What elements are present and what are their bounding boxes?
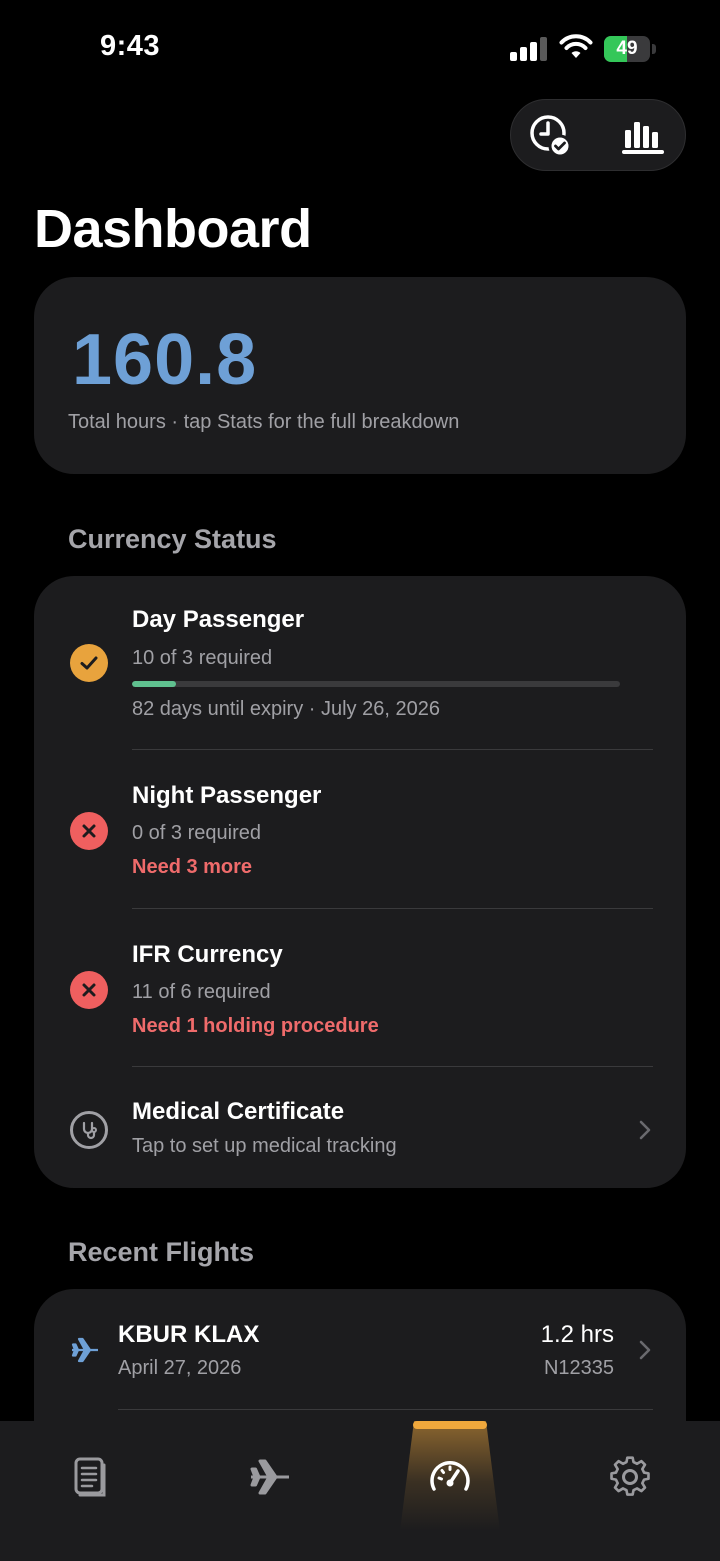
currency-check-button[interactable] (527, 112, 575, 160)
currency-warning: Need 3 more (132, 856, 253, 878)
currency-warning: Need 1 holding procedure (132, 1015, 379, 1037)
stethoscope-icon (70, 1111, 108, 1149)
bar-chart-icon (622, 122, 664, 154)
tab-dashboard[interactable] (420, 1451, 480, 1503)
chevron-right-icon (639, 1120, 651, 1140)
chevron-right-icon (639, 1340, 651, 1360)
currency-card: Day Passenger 10 of 3 required 82 days u… (34, 576, 686, 1188)
currency-title: Medical Certificate (132, 1098, 345, 1125)
active-tab-indicator (413, 1421, 487, 1429)
tab-settings[interactable] (600, 1451, 660, 1503)
currency-requirement: 10 of 3 required (132, 647, 273, 669)
speedometer-icon (430, 1461, 470, 1491)
clock-check-icon (530, 115, 572, 158)
stats-button[interactable] (619, 112, 667, 160)
dashboard-screen: 9:43 49 Dashboard 160.8 Total hours · ta… (0, 0, 720, 1561)
currency-section-title: Currency Status (68, 524, 277, 554)
currency-progress-bar (132, 681, 620, 687)
currency-row-ifr[interactable]: IFR Currency 11 of 6 required Need 1 hol… (34, 909, 686, 1067)
total-hours-caption: Total hours · tap Stats for the full bre… (68, 411, 460, 433)
status-time: 9:43 (100, 30, 161, 62)
flight-hours: 1.2 hrs (540, 1321, 614, 1348)
airplane-icon (71, 1337, 98, 1363)
tab-bar (0, 1421, 720, 1561)
divider (118, 1409, 653, 1410)
currency-expiry: 82 days until expiry · July 26, 2026 (132, 698, 440, 720)
battery-indicator: 49 (604, 36, 656, 62)
currency-row-day-passenger[interactable]: Day Passenger 10 of 3 required 82 days u… (34, 576, 686, 750)
x-mark-icon (70, 812, 108, 850)
currency-row-night-passenger[interactable]: Night Passenger 0 of 3 required Need 3 m… (34, 750, 686, 908)
currency-requirement: 0 of 3 required (132, 822, 261, 844)
currency-progress-fill (132, 681, 176, 687)
x-mark-icon (70, 971, 108, 1009)
logbook-icon (74, 1457, 106, 1497)
currency-row-medical[interactable]: Medical Certificate Tap to set up medica… (34, 1067, 686, 1188)
flight-date: April 27, 2026 (118, 1357, 242, 1379)
currency-setup-hint: Tap to set up medical tracking (132, 1135, 397, 1157)
recent-flights-section-title: Recent Flights (68, 1237, 255, 1267)
currency-title: IFR Currency (132, 941, 283, 968)
tab-flights[interactable] (240, 1451, 300, 1503)
battery-level: 49 (616, 38, 638, 59)
wifi-icon (559, 34, 593, 58)
tab-logbook[interactable] (60, 1451, 120, 1503)
total-hours-card[interactable]: 160.8 Total hours · tap Stats for the fu… (34, 277, 686, 474)
flight-tail-number: N12335 (543, 1357, 614, 1379)
currency-title: Day Passenger (132, 606, 305, 633)
airplane-icon (250, 1459, 289, 1495)
gear-icon (610, 1456, 650, 1496)
currency-title: Night Passenger (132, 782, 322, 809)
total-hours-value: 160.8 (72, 320, 258, 400)
top-action-pill (510, 99, 686, 171)
flight-route: KBUR KLAX (118, 1321, 260, 1348)
flight-row[interactable]: KBUR KLAX April 27, 2026 1.2 hrs N12335 (34, 1289, 686, 1409)
cellular-signal-icon (510, 37, 548, 61)
page-title: Dashboard (34, 199, 312, 259)
currency-requirement: 11 of 6 required (132, 981, 271, 1003)
checkmark-icon (70, 644, 108, 682)
